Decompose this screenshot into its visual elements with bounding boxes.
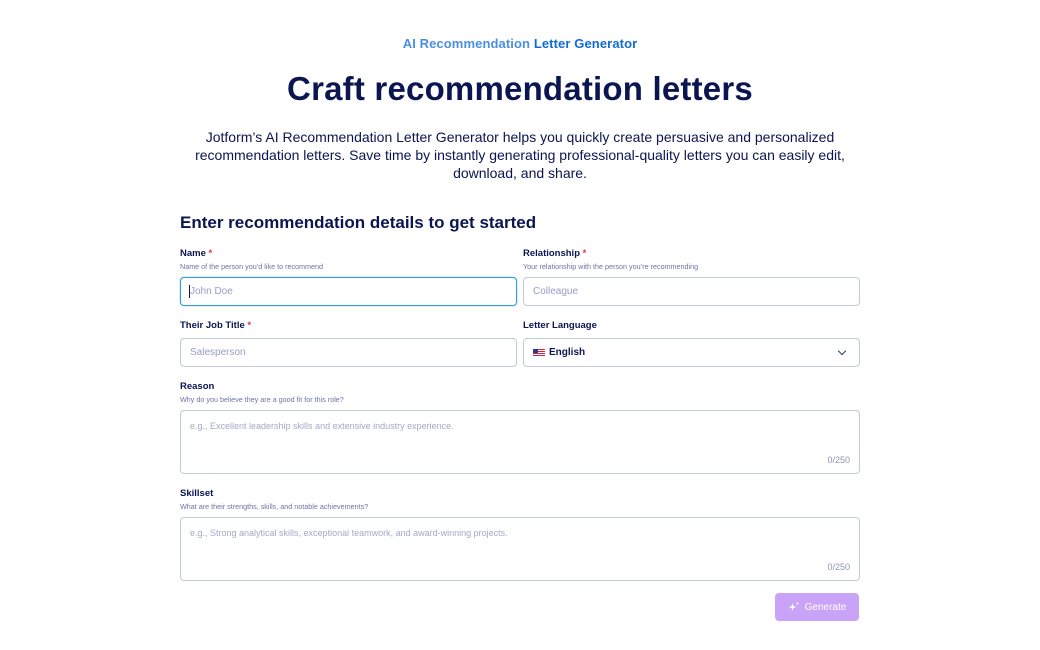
reason-hint: Why do you believe they are a good fit f… bbox=[180, 395, 344, 404]
sparkle-icon bbox=[788, 601, 799, 611]
skillset-field: 0/250 bbox=[180, 517, 860, 581]
page-description: Jotform’s AI Recommendation Letter Gener… bbox=[195, 129, 845, 181]
form-section-title: Enter recommendation details to get star… bbox=[180, 213, 537, 232]
eyebrow-part2: Letter Generator bbox=[533, 36, 638, 51]
text-cursor bbox=[189, 285, 190, 298]
required-mark: * bbox=[247, 320, 252, 331]
generate-button-label: Generate bbox=[804, 601, 847, 613]
eyebrow-part1: AI Recommendation bbox=[402, 36, 531, 51]
page: AI Recommendation Letter Generator Craft… bbox=[0, 0, 1040, 650]
letter-language-select[interactable]: English bbox=[523, 338, 860, 367]
chevron-down-icon bbox=[837, 346, 847, 356]
name-label-text: Name bbox=[180, 248, 206, 259]
required-mark: * bbox=[208, 248, 213, 259]
skillset-label: Skillset bbox=[180, 488, 214, 499]
relationship-label-text: Relationship bbox=[523, 248, 581, 259]
job-title-label: Their Job Title * bbox=[180, 320, 251, 331]
page-title: Craft recommendation letters bbox=[287, 70, 753, 107]
generate-button[interactable]: Generate bbox=[775, 593, 859, 621]
name-label: Name * bbox=[180, 248, 212, 259]
skillset-textarea[interactable] bbox=[181, 518, 859, 580]
reason-char-counter: 0/250 bbox=[827, 455, 850, 465]
relationship-input[interactable] bbox=[523, 277, 860, 306]
skillset-hint: What are their strengths, skills, and no… bbox=[180, 502, 369, 511]
reason-textarea[interactable] bbox=[181, 411, 859, 473]
relationship-hint: Your relationship with the person you’re… bbox=[523, 262, 699, 271]
reason-field: 0/250 bbox=[180, 410, 860, 474]
eyebrow-label: AI Recommendation Letter Generator bbox=[0, 36, 1040, 51]
reason-label: Reason bbox=[180, 381, 215, 392]
letter-language-label: Letter Language bbox=[523, 320, 597, 331]
us-flag-icon bbox=[533, 348, 545, 357]
name-hint: Name of the person you’d like to recomme… bbox=[180, 262, 324, 271]
job-title-input[interactable] bbox=[180, 338, 517, 367]
skillset-char-counter: 0/250 bbox=[827, 562, 850, 572]
job-title-label-text: Their Job Title bbox=[180, 320, 245, 331]
letter-language-value: English bbox=[549, 347, 586, 358]
name-input[interactable] bbox=[180, 277, 517, 306]
relationship-label: Relationship * bbox=[523, 248, 586, 259]
required-mark: * bbox=[582, 248, 587, 259]
